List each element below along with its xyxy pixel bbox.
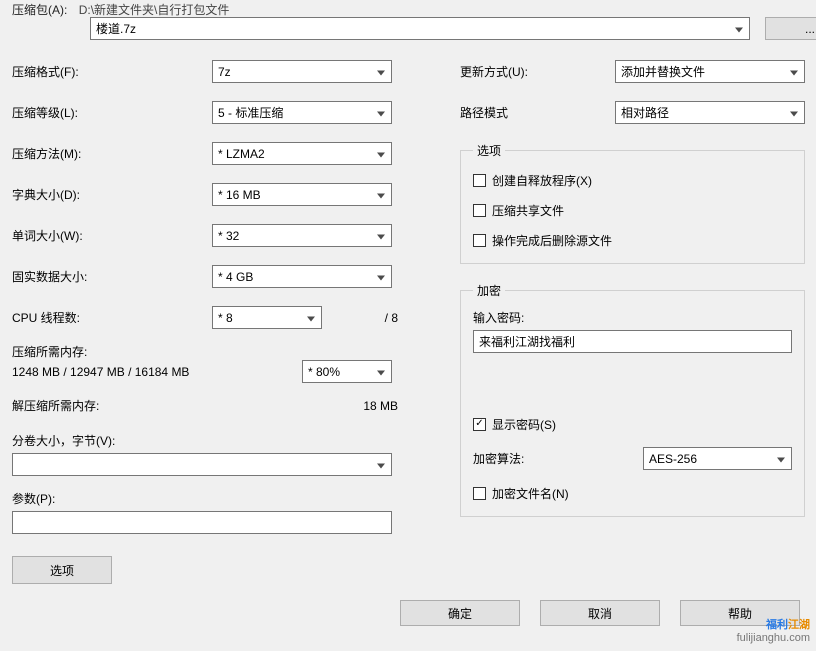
solid-value: * 4 GB — [218, 270, 253, 284]
browse-button[interactable]: ... — [765, 17, 816, 40]
show-pwd-checkbox[interactable]: ✓ — [473, 418, 486, 431]
mem-compress-pct: * 80% — [308, 365, 340, 379]
delete-label: 操作完成后删除源文件 — [492, 232, 612, 249]
mem-compress-label: 压缩所需内存: — [12, 343, 212, 360]
dict-value: * 16 MB — [218, 188, 261, 202]
archive-label: 压缩包(A): — [12, 1, 67, 18]
threads-value: * 8 — [218, 311, 233, 325]
check-icon: ✓ — [475, 419, 483, 429]
threads-select[interactable]: * 8 — [212, 306, 322, 329]
enter-pwd-label: 输入密码: — [473, 309, 792, 326]
mem-decompress-value: 18 MB — [302, 399, 402, 413]
update-select[interactable]: 添加并替换文件 — [615, 60, 805, 83]
format-select[interactable]: 7z — [212, 60, 392, 83]
threads-label: CPU 线程数: — [12, 309, 212, 326]
right-column: 更新方式(U): 添加并替换文件 路径模式 相对路径 选项 创建自释放程序(X)… — [460, 60, 805, 517]
pathmode-select[interactable]: 相对路径 — [615, 101, 805, 124]
solid-select[interactable]: * 4 GB — [212, 265, 392, 288]
update-label: 更新方式(U): — [460, 63, 615, 80]
help-label: 帮助 — [728, 605, 752, 622]
level-select[interactable]: 5 - 标准压缩 — [212, 101, 392, 124]
encrypt-names-checkbox[interactable] — [473, 487, 486, 500]
cancel-label: 取消 — [588, 605, 612, 622]
threads-total: / 8 — [322, 311, 402, 325]
params-input[interactable] — [12, 511, 392, 534]
delete-checkbox[interactable] — [473, 234, 486, 247]
password-input[interactable]: 来福利江湖找福利 — [473, 330, 792, 353]
encrypt-legend: 加密 — [473, 282, 505, 299]
ok-label: 确定 — [448, 605, 472, 622]
ok-button[interactable]: 确定 — [400, 600, 520, 626]
shared-checkbox[interactable] — [473, 204, 486, 217]
level-label: 压缩等级(L): — [12, 104, 212, 121]
sfx-label: 创建自释放程序(X) — [492, 172, 592, 189]
algo-select[interactable]: AES-256 — [643, 447, 792, 470]
pathmode-label: 路径模式 — [460, 104, 615, 121]
solid-label: 固实数据大小: — [12, 268, 212, 285]
mem-compress-select[interactable]: * 80% — [302, 360, 392, 383]
options-button-label: 选项 — [50, 562, 74, 579]
browse-label: ... — [805, 22, 815, 36]
left-column: 压缩格式(F): 7z 压缩等级(L): 5 - 标准压缩 压缩方法(M): *… — [12, 60, 402, 584]
format-value: 7z — [218, 65, 231, 79]
method-label: 压缩方法(M): — [12, 145, 212, 162]
method-select[interactable]: * LZMA2 — [212, 142, 392, 165]
sfx-checkbox[interactable] — [473, 174, 486, 187]
show-pwd-label: 显示密码(S) — [492, 416, 556, 433]
volume-label: 分卷大小，字节(V): — [12, 432, 402, 449]
help-button[interactable]: 帮助 — [680, 600, 800, 626]
cancel-button[interactable]: 取消 — [540, 600, 660, 626]
encrypt-names-label: 加密文件名(N) — [492, 485, 569, 502]
algo-value: AES-256 — [649, 452, 697, 466]
archive-path-select[interactable]: 楼道.7z — [90, 17, 750, 40]
archive-path: 楼道.7z — [96, 20, 136, 37]
level-value: 5 - 标准压缩 — [218, 104, 283, 121]
shared-label: 压缩共享文件 — [492, 202, 564, 219]
password-value: 来福利江湖找福利 — [479, 333, 575, 350]
dict-select[interactable]: * 16 MB — [212, 183, 392, 206]
options-legend: 选项 — [473, 142, 505, 159]
encrypt-fieldset: 加密 输入密码: 来福利江湖找福利 ✓ 显示密码(S) 加密算法: AES-25… — [460, 282, 805, 517]
dict-label: 字典大小(D): — [12, 186, 212, 203]
options-button[interactable]: 选项 — [12, 556, 112, 584]
word-select[interactable]: * 32 — [212, 224, 392, 247]
mem-compress-info: 1248 MB / 12947 MB / 16184 MB — [12, 365, 302, 379]
pathmode-value: 相对路径 — [621, 104, 669, 121]
algo-label: 加密算法: — [473, 450, 643, 467]
options-fieldset: 选项 创建自释放程序(X) 压缩共享文件 操作完成后删除源文件 — [460, 142, 805, 264]
params-label: 参数(P): — [12, 490, 402, 507]
word-label: 单词大小(W): — [12, 227, 212, 244]
word-value: * 32 — [218, 229, 239, 243]
method-value: * LZMA2 — [218, 147, 265, 161]
volume-select[interactable] — [12, 453, 392, 476]
format-label: 压缩格式(F): — [12, 63, 212, 80]
archive-top-note: D:\新建文件夹\自行打包文件 — [79, 3, 230, 17]
update-value: 添加并替换文件 — [621, 63, 705, 80]
mem-decompress-label: 解压缩所需内存: — [12, 397, 302, 414]
